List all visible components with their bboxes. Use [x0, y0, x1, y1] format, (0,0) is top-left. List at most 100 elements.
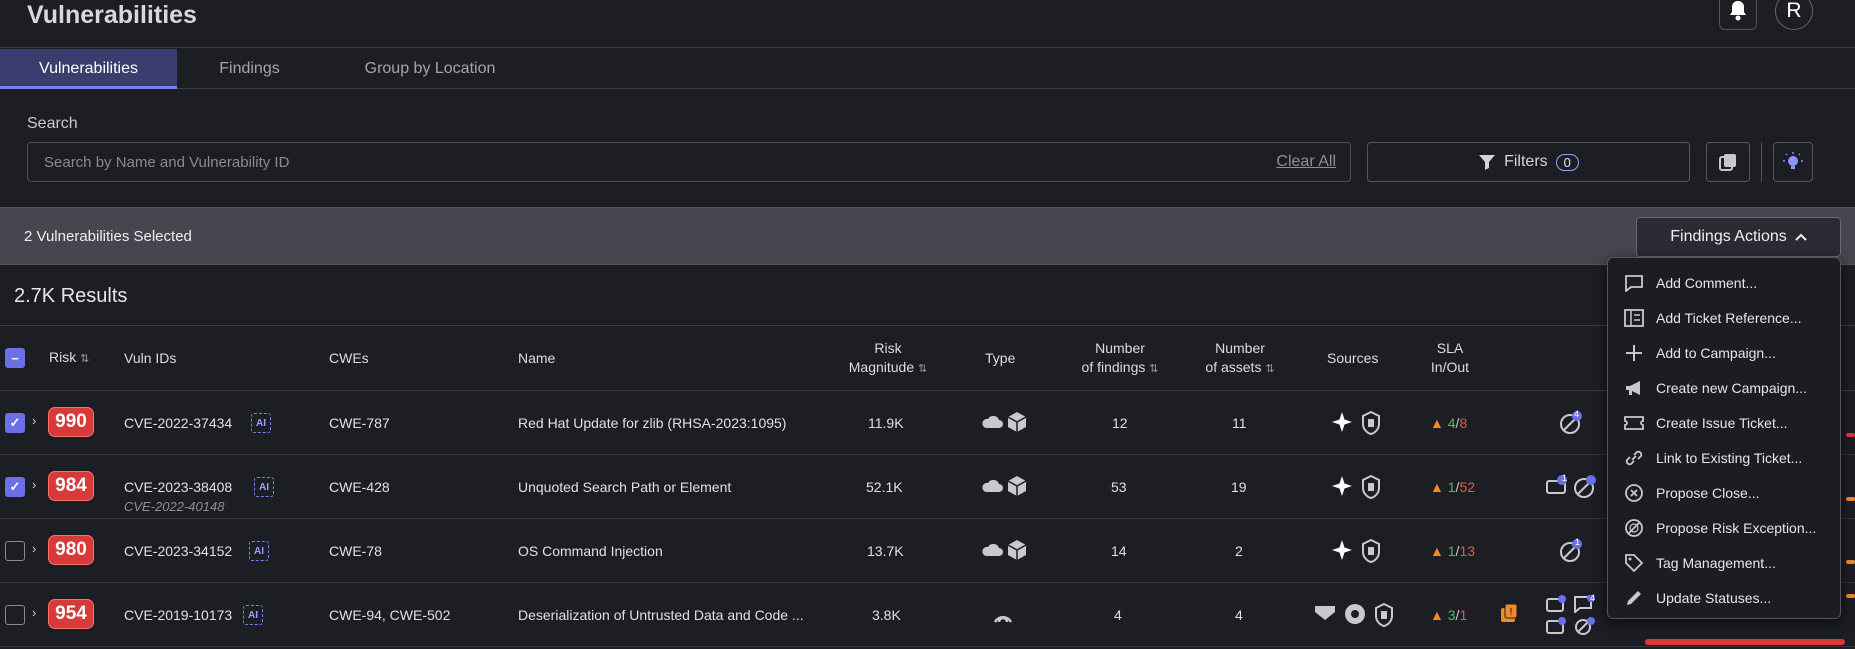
column-number-of-findings[interactable]: Number of findings ⇅	[1066, 339, 1174, 379]
risk-exception-icon[interactable]	[1573, 617, 1595, 638]
risk-magnitude: 11.9K	[868, 415, 904, 431]
menu-item-propose-close[interactable]: Propose Close...	[1608, 475, 1840, 510]
sort-icon: ⇅	[1149, 363, 1159, 375]
toolbar-divider	[1761, 142, 1762, 182]
sort-icon: ⇅	[1265, 363, 1275, 375]
vuln-name[interactable]: Unquoted Search Path or Element	[518, 479, 731, 495]
ai-icon[interactable]: AI	[243, 605, 263, 625]
menu-item-tag-management[interactable]: Tag Management...	[1608, 545, 1840, 580]
lightbulb-icon	[1783, 152, 1803, 169]
menu-item-add-to-campaign[interactable]: Add to Campaign...	[1608, 335, 1840, 370]
tab-group-by-location[interactable]: Group by Location	[340, 49, 520, 89]
select-all-checkbox[interactable]: −	[5, 348, 25, 368]
column-cwes: CWEs	[329, 350, 369, 366]
findings-actions-button[interactable]: Findings Actions	[1636, 217, 1841, 257]
expand-chevron-icon[interactable]: ›	[32, 605, 36, 620]
menu-item-create-new-campaign[interactable]: Create new Campaign...	[1608, 370, 1840, 405]
table-row[interactable]: › 980 CVE-2023-34152 AI CWE-78 OS Comman…	[0, 519, 1855, 583]
row-checkbox[interactable]	[5, 541, 25, 561]
filters-count-badge: 0	[1555, 153, 1579, 171]
network-icon	[991, 604, 1015, 629]
table-row[interactable]: ✓ › 984 CVE-2023-38408 AI CVE-2022-40148…	[0, 455, 1855, 519]
number-of-findings[interactable]: 4	[1114, 607, 1122, 623]
sparkle-icon	[1332, 412, 1352, 435]
risk-score-badge: 990	[48, 407, 94, 437]
sort-icon: ⇅	[80, 353, 90, 365]
filter-icon	[1479, 155, 1496, 170]
number-of-findings[interactable]: 12	[1112, 415, 1128, 431]
column-name: Name	[518, 350, 556, 366]
number-of-assets[interactable]: 2	[1235, 543, 1243, 559]
findings-actions-label: Findings Actions	[1670, 228, 1787, 245]
expand-chevron-icon[interactable]: ›	[32, 477, 36, 492]
table-row[interactable]: › 954 CVE-2019-10173 AI CWE-94, CWE-502 …	[0, 583, 1855, 647]
svg-text:!: !	[1509, 607, 1513, 618]
number-of-assets[interactable]: 4	[1235, 607, 1243, 623]
table-row[interactable]: ✓ › 990 CVE-2022-37434 AI CWE-787 Red Ha…	[0, 391, 1855, 455]
vuln-name[interactable]: OS Command Injection	[518, 543, 663, 559]
vuln-id[interactable]: CVE-2019-10173	[124, 607, 232, 623]
expand-chevron-icon[interactable]: ›	[32, 541, 36, 556]
number-of-assets[interactable]: 19	[1231, 479, 1247, 495]
ticket-icon[interactable]	[1545, 617, 1567, 638]
cwe-value: CWE-428	[329, 479, 390, 495]
risk-exception-icon[interactable]	[1573, 475, 1597, 502]
ai-icon[interactable]: AI	[251, 413, 271, 433]
search-input[interactable]	[44, 143, 1244, 181]
ai-icon[interactable]: AI	[249, 541, 269, 561]
column-risk[interactable]: Risk ⇅	[49, 348, 89, 369]
ai-icon[interactable]: AI	[254, 477, 274, 497]
row-checkbox[interactable]	[5, 605, 25, 625]
column-risk-magnitude[interactable]: Risk Magnitude ⇅	[838, 339, 938, 379]
clear-all-link[interactable]: Clear All	[1276, 153, 1336, 171]
number-of-assets[interactable]: 11	[1232, 415, 1247, 431]
ticket-icon[interactable]	[1545, 595, 1567, 616]
vuln-name[interactable]: Red Hat Update for zlib (RHSA-2023:1095)	[518, 415, 786, 431]
vuln-name[interactable]: Deserialization of Untrusted Data and Co…	[518, 607, 804, 623]
row-checkbox[interactable]: ✓	[5, 413, 25, 433]
vuln-id[interactable]: CVE-2023-34152	[124, 543, 232, 559]
row-highlight-bar	[1645, 639, 1845, 645]
column-number-of-assets[interactable]: Number of assets ⇅	[1188, 339, 1292, 379]
notifications-button[interactable]	[1719, 0, 1757, 30]
tab-vulnerabilities[interactable]: Vulnerabilities	[0, 49, 177, 89]
row-checkbox[interactable]: ✓	[5, 477, 25, 497]
count-badge: 4	[1574, 409, 1580, 419]
risk-exception-icon[interactable]	[1559, 411, 1583, 438]
number-of-findings[interactable]: 53	[1111, 479, 1127, 495]
menu-item-propose-risk-exception[interactable]: Propose Risk Exception...	[1608, 510, 1840, 545]
risk-score-badge: 954	[48, 599, 94, 629]
menu-item-link-to-existing-ticket[interactable]: Link to Existing Ticket...	[1608, 440, 1840, 475]
sparkle-icon	[1332, 540, 1352, 563]
container-icon	[1006, 539, 1028, 564]
cloud-icon	[980, 412, 1004, 435]
expand-chevron-icon[interactable]: ›	[32, 413, 36, 428]
menu-item-add-comment[interactable]: Add Comment...	[1608, 265, 1840, 300]
page-title: Vulnerabilities	[27, 1, 197, 29]
warning-icon: ▲	[1430, 543, 1444, 559]
menu-item-update-statuses[interactable]: Update Statuses...	[1608, 580, 1840, 615]
source-app-icon	[1313, 604, 1337, 629]
results-count: 2.7K Results	[14, 285, 128, 307]
insights-button[interactable]	[1773, 142, 1813, 182]
avatar[interactable]: R	[1775, 0, 1813, 30]
source-cloud-icon	[1343, 603, 1367, 628]
sort-icon: ⇅	[918, 363, 928, 375]
column-type: Type	[985, 350, 1016, 366]
copy-button[interactable]	[1706, 142, 1750, 182]
vuln-id[interactable]: CVE-2022-37434	[124, 415, 232, 431]
number-of-findings[interactable]: 14	[1111, 543, 1127, 559]
cloud-icon	[980, 476, 1004, 499]
count-badge: 1	[1575, 537, 1581, 547]
menu-item-add-ticket-reference[interactable]: Add Ticket Reference...	[1608, 300, 1840, 335]
risk-magnitude: 52.1K	[866, 479, 903, 495]
sla-status: ▲ 1/52	[1430, 479, 1476, 495]
vuln-id[interactable]: CVE-2023-38408	[124, 479, 232, 495]
tab-findings[interactable]: Findings	[177, 49, 322, 89]
alert-stack-icon[interactable]: !	[1499, 603, 1519, 628]
tag-icon	[1622, 553, 1646, 573]
count-badge: 4	[1590, 593, 1596, 603]
tab-bar: Vulnerabilities Findings Group by Locati…	[0, 49, 1855, 89]
menu-item-create-issue-ticket[interactable]: Create Issue Ticket...	[1608, 405, 1840, 440]
filters-button[interactable]: Filters 0	[1367, 142, 1690, 182]
